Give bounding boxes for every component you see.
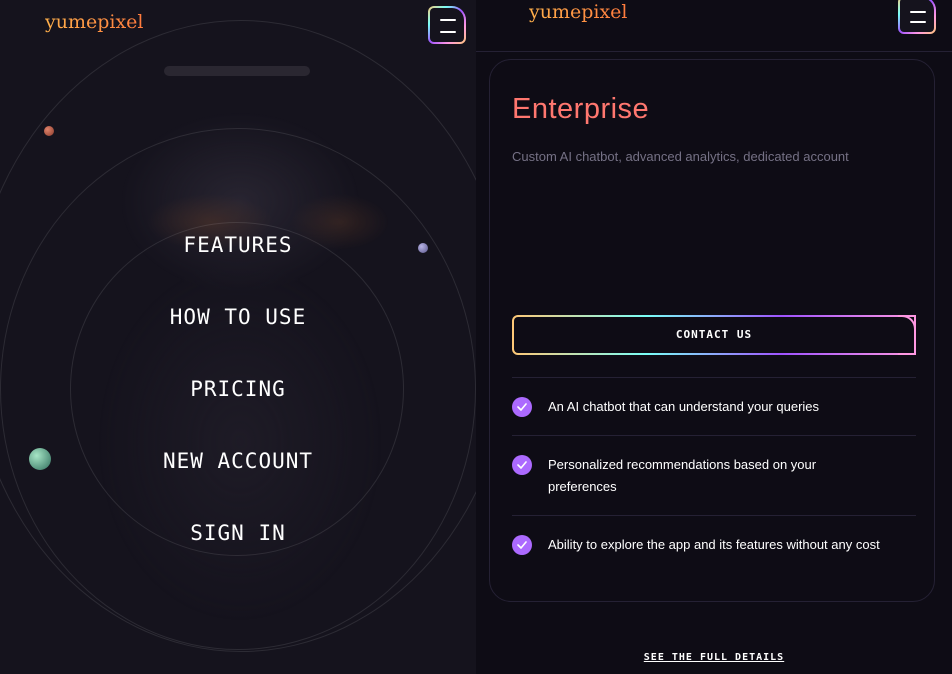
decorative-orb-red (44, 126, 54, 136)
nav-item-pricing[interactable]: Pricing (0, 366, 476, 438)
feature-list: An AI chatbot that can understand your q… (512, 377, 916, 573)
feature-item: Ability to explore the app and its featu… (512, 515, 916, 573)
check-icon (512, 397, 532, 417)
plan-description: Custom AI chatbot, advanced analytics, d… (512, 149, 849, 164)
logo[interactable]: yumepixel (529, 1, 628, 23)
feature-text: Ability to explore the app and its featu… (548, 537, 880, 552)
nav-item-new-account[interactable]: New account (0, 438, 476, 510)
pricing-panel: yumepixel Enterprise Custom AI chatbot, … (476, 0, 952, 674)
main-navigation: Features How to use Pricing New account … (0, 222, 476, 582)
menu-toggle-button[interactable] (428, 6, 466, 44)
hamburger-menu-icon-line (440, 31, 456, 33)
logo[interactable]: yumepixel (45, 11, 144, 33)
pricing-card-enterprise: Enterprise Custom AI chatbot, advanced a… (489, 59, 935, 602)
check-icon (512, 455, 532, 475)
nav-item-how-to-use[interactable]: How to use (0, 294, 476, 366)
feature-item: An AI chatbot that can understand your q… (512, 377, 916, 435)
plan-title: Enterprise (512, 93, 650, 125)
contact-us-button[interactable]: CONTACT US (512, 315, 916, 355)
contact-us-label: CONTACT US (675, 328, 753, 341)
nav-item-features[interactable]: Features (0, 222, 476, 294)
see-full-details-link[interactable]: SEE THE FULL DETAILS (476, 652, 952, 663)
mobile-nav-panel: yumepixel Features How to use Pricing Ne… (0, 0, 476, 674)
hamburger-menu-icon (440, 19, 456, 21)
hamburger-menu-icon (910, 11, 926, 13)
feature-item: Personalized recommendations based on yo… (512, 435, 916, 515)
hamburger-menu-icon-line (910, 21, 926, 23)
feature-text: An AI chatbot that can understand your q… (548, 399, 820, 414)
button-notch-decoration (898, 315, 916, 355)
check-icon (512, 535, 532, 555)
nav-item-sign-in[interactable]: Sign in (0, 510, 476, 582)
feature-text: Personalized recommendations based on yo… (548, 457, 817, 494)
menu-toggle-button[interactable] (898, 0, 936, 34)
